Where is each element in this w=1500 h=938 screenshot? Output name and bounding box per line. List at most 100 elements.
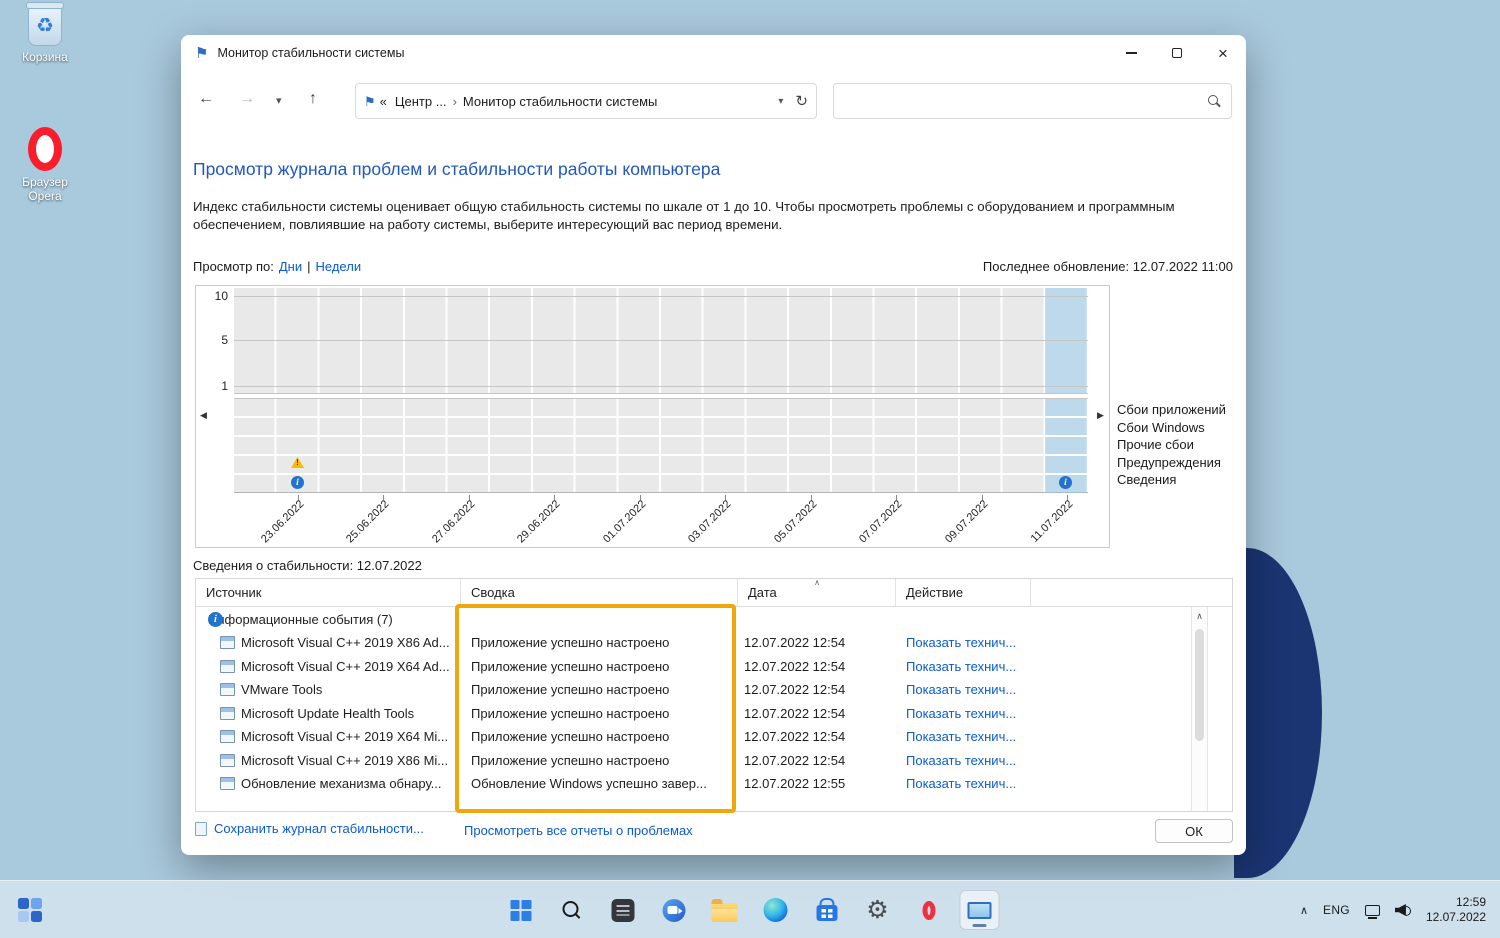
information-marker-icon[interactable]: i [1059,476,1072,489]
table-row[interactable]: Обновление механизма обнару... Обновлени… [196,772,1232,796]
system-tray: ∧ ENG 12:59 12.07.2022 [1300,881,1486,938]
view-by-row: Просмотр по: Дни | Недели Последнее обно… [193,259,1233,274]
date-label: 23.06.2022 [251,498,306,553]
y-axis-tick: 10 [198,289,228,303]
view-all-reports-row[interactable]: Просмотреть все отчеты о проблемах [464,823,693,838]
stability-chart[interactable]: 10 5 1 ◀ ▶ ! i i [195,285,1110,548]
forward-button[interactable]: → [239,90,255,108]
table-row[interactable]: Microsoft Update Health Tools Приложение… [196,702,1232,726]
y-axis-tick: 5 [198,333,228,347]
desktop-icon-opera[interactable]: Браузер Opera [10,127,80,203]
reliability-monitor-taskbar-button[interactable] [960,890,1000,930]
group-row-informational-events[interactable]: i Информационные события (7) [196,607,1232,631]
legend-item: Прочие сбои [1117,436,1226,454]
settings-button[interactable]: ⚙ [858,890,898,930]
address-bar[interactable]: ⚑ « Центр ... › Монитор стабильности сис… [355,83,817,119]
table-scrollbar[interactable]: ∧ [1191,607,1208,811]
back-button[interactable]: ← [198,90,214,108]
titlebar[interactable]: ⚑ Монитор стабильности системы × [181,35,1246,71]
show-technical-details-link[interactable]: Показать технич... [906,659,1016,674]
edge-button[interactable] [756,890,796,930]
file-explorer-button[interactable] [705,890,745,930]
breadcrumb-overflow[interactable]: « [380,94,387,109]
column-header-summary[interactable]: Сводка [461,579,738,606]
opera-button[interactable] [909,890,949,930]
row-source: Microsoft Visual C++ 2019 X64 Ad... [241,659,450,674]
last-update-label: Последнее обновление: 12.07.2022 11:00 [983,259,1233,274]
show-technical-details-link[interactable]: Показать технич... [906,635,1016,650]
scrollbar-thumb[interactable] [1195,629,1204,741]
table-row[interactable]: VMware Tools Приложение успешно настроен… [196,678,1232,702]
warning-marker-icon[interactable]: ! [291,457,304,468]
search-box[interactable] [833,83,1232,119]
date-label: 07.07.2022 [849,498,904,553]
row-summary: Приложение успешно настроено [461,631,738,655]
row-summary: Обновление Windows успешно завер... [461,772,738,796]
breadcrumb-current[interactable]: Монитор стабильности системы [463,94,657,109]
gridline [234,296,1088,297]
gear-icon: ⚙ [866,898,888,923]
table-row[interactable]: Microsoft Visual C++ 2019 X86 Ad... Прил… [196,631,1232,655]
row-date: 12.07.2022 12:54 [738,678,896,702]
taskbar-clock[interactable]: 12:59 12.07.2022 [1426,895,1486,925]
chart-plot[interactable]: ! i i [234,288,1088,493]
view-divider: | [307,259,310,274]
scroll-up-icon[interactable]: ∧ [1192,611,1207,622]
y-axis-tick: 1 [198,379,228,393]
chart-scroll-left-icon[interactable]: ◀ [200,410,207,421]
show-technical-details-link[interactable]: Показать технич... [906,753,1016,768]
start-button[interactable] [501,890,541,930]
close-button[interactable]: × [1200,35,1246,71]
volume-icon[interactable] [1395,904,1411,917]
row-date: 12.07.2022 12:54 [738,655,896,679]
show-technical-details-link[interactable]: Показать технич... [906,729,1016,744]
selected-day-column[interactable] [1045,288,1087,493]
network-icon[interactable] [1365,905,1380,916]
show-technical-details-link[interactable]: Показать технич... [906,776,1016,791]
maximize-button[interactable] [1154,35,1200,71]
language-indicator[interactable]: ENG [1323,903,1350,917]
minimize-button[interactable] [1108,35,1154,71]
store-button[interactable] [807,890,847,930]
date-label: 27.06.2022 [422,498,477,553]
widgets-button[interactable] [16,896,44,924]
search-input[interactable] [844,94,1208,109]
table-body: i Информационные события (7) Microsoft V… [196,607,1232,796]
window-controls: × [1108,35,1246,71]
reliability-monitor-window: ⚑ Монитор стабильности системы × ← → ▾ ↑… [181,35,1246,855]
refresh-icon[interactable]: ↻ [791,92,808,110]
up-button[interactable]: ↑ [309,90,317,108]
legend-item: Сведения [1117,471,1226,489]
view-by-label: Просмотр по: [193,259,274,274]
dark-app-button[interactable] [603,890,643,930]
view-all-reports-link[interactable]: Просмотреть все отчеты о проблемах [464,823,693,838]
chat-button[interactable] [654,890,694,930]
table-row[interactable]: Microsoft Visual C++ 2019 X64 Ad... Прил… [196,655,1232,679]
recent-pages-chevron-icon[interactable]: ▾ [276,94,282,107]
search-icon[interactable] [1208,95,1221,108]
view-weeks-link[interactable]: Недели [316,259,362,274]
ok-button[interactable]: ОК [1155,819,1233,843]
hidden-icons-chevron-icon[interactable]: ∧ [1300,904,1308,917]
show-technical-details-link[interactable]: Показать технич... [906,682,1016,697]
gridline [234,386,1088,387]
row-separator [234,454,1088,456]
details-table: Источник Сводка Дата Действие ∧ i Информ… [195,578,1233,812]
save-history-link-row[interactable]: Сохранить журнал стабильности... [195,821,424,836]
save-history-link[interactable]: Сохранить журнал стабильности... [214,821,424,836]
address-dropdown-icon[interactable]: ▾ [770,96,791,107]
row-separator [234,435,1088,437]
column-header-action[interactable]: Действие [896,579,1031,606]
column-header-source[interactable]: Источник [196,579,461,606]
taskbar-search-button[interactable] [552,890,592,930]
breadcrumb-parent[interactable]: Центр ... [395,94,447,109]
information-marker-icon[interactable]: i [291,476,304,489]
navigation-bar: ← → ▾ ↑ ⚑ « Центр ... › Монитор стабильн… [181,82,1246,120]
view-days-link[interactable]: Дни [279,259,302,274]
desktop-icon-recycle-bin[interactable]: ♻ Корзина [10,6,80,64]
address-flag-icon: ⚑ [364,95,376,108]
chart-scroll-right-icon[interactable]: ▶ [1097,410,1104,421]
table-row[interactable]: Microsoft Visual C++ 2019 X64 Mi... Прил… [196,725,1232,749]
table-row[interactable]: Microsoft Visual C++ 2019 X86 Mi... Прил… [196,749,1232,773]
show-technical-details-link[interactable]: Показать технич... [906,706,1016,721]
